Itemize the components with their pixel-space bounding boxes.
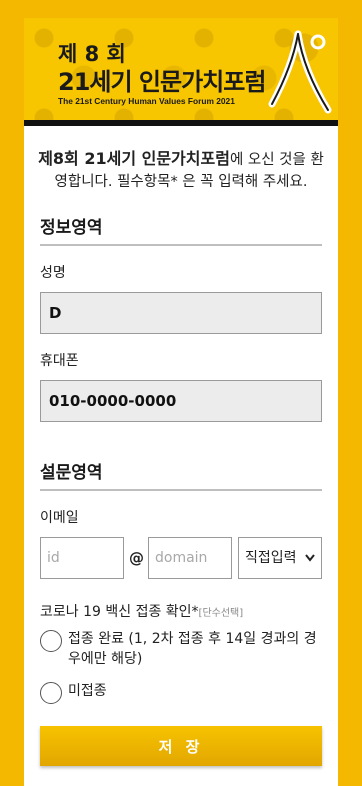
email-select-value: 직접입력	[245, 550, 297, 566]
vaccine-option-label: 미접종	[68, 683, 107, 699]
forum-logo-icon	[268, 30, 332, 114]
radio-button[interactable]	[40, 682, 62, 704]
name-field[interactable]: D	[40, 292, 322, 334]
email-domain-select[interactable]: 직접입력	[238, 537, 322, 579]
save-button[interactable]: 저 장	[40, 726, 322, 766]
vaccine-question-label: 코로나 19 백신 접종 확인*	[40, 604, 199, 620]
vaccine-option-completed[interactable]: 접종 완료 (1, 2차 접종 후 14일 경과의 경우에만 해당)	[40, 629, 322, 669]
vaccine-question: 코로나 19 백신 접종 확인*[단수선택]	[40, 601, 322, 621]
banner-english-title: The 21st Century Human Values Forum 2021	[58, 96, 235, 106]
email-label: 이메일	[40, 510, 79, 526]
email-id-input[interactable]: id	[40, 537, 124, 579]
email-row: id @ domain 직접입력	[40, 537, 322, 579]
chevron-down-icon	[305, 554, 315, 562]
welcome-message: 제8회 21세기 인문가치포럼에 오신 것을 환영합니다. 필수항목* 은 꼭 …	[24, 148, 338, 193]
email-at-sign: @	[129, 549, 144, 567]
banner-forum-name: 21세기 인문가치포럼	[58, 68, 266, 96]
email-domain-input[interactable]: domain	[148, 537, 232, 579]
info-section-title: 정보영역	[40, 213, 322, 246]
radio-button[interactable]	[40, 630, 62, 652]
welcome-forum-name: 제8회 21세기 인문가치포럼	[38, 149, 230, 168]
vaccine-option-label: 접종 완료 (1, 2차 접종 후 14일 경과의 경우에만 해당)	[68, 631, 317, 667]
form-card: 제 8 회 21세기 인문가치포럼 The 21st Century Human…	[24, 18, 338, 786]
survey-section-title: 설문영역	[40, 458, 322, 491]
phone-field[interactable]: 010-0000-0000	[40, 380, 322, 422]
phone-label: 휴대폰	[40, 353, 79, 369]
forum-banner: 제 8 회 21세기 인문가치포럼 The 21st Century Human…	[24, 18, 338, 126]
name-label: 성명	[40, 265, 66, 281]
single-select-hint: [단수선택]	[198, 608, 244, 619]
vaccine-option-unvaccinated[interactable]: 미접종	[40, 681, 322, 704]
